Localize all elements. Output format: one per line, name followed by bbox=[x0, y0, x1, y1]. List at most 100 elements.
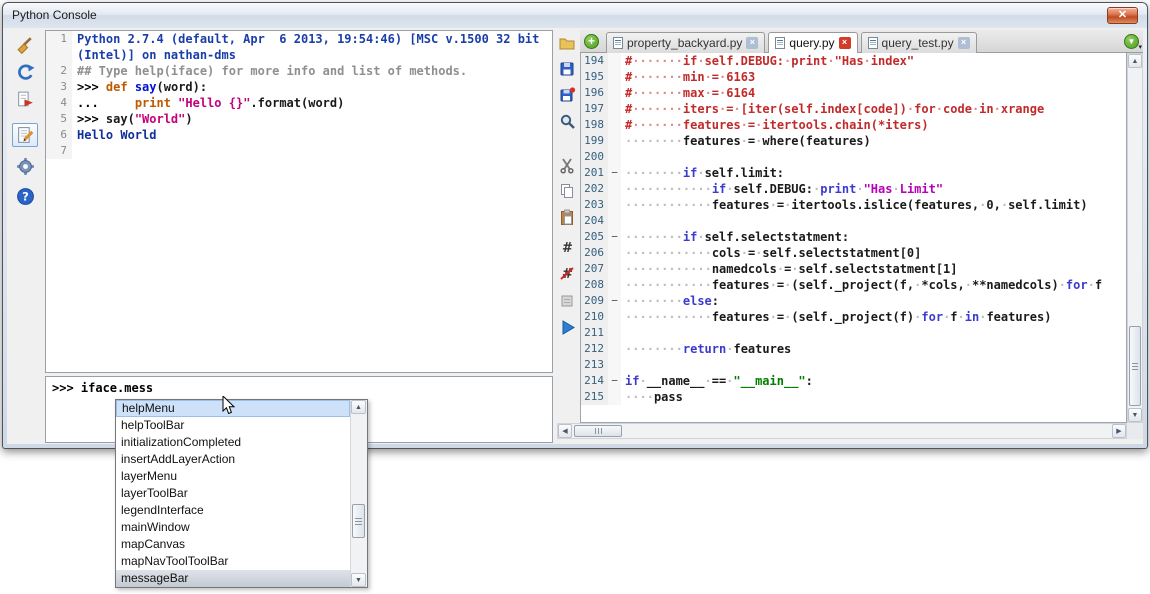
editor-line[interactable]: 197#·······iters·=·[iter(self.index[code… bbox=[581, 101, 1126, 117]
tab-query-py[interactable]: query.py× bbox=[768, 32, 857, 53]
editor-line[interactable]: 204 bbox=[581, 213, 1126, 229]
autocomplete-item[interactable]: legendInterface bbox=[116, 502, 350, 519]
popup-scroll-thumb[interactable] bbox=[352, 504, 365, 538]
code-line[interactable] bbox=[621, 325, 1126, 341]
editor-line[interactable]: 209−········else: bbox=[581, 293, 1126, 309]
editor-line[interactable]: 214−if·__name__·==·"__main__": bbox=[581, 373, 1126, 389]
code-line[interactable]: ········if·self.selectstatment: bbox=[621, 229, 1126, 245]
scroll-left-icon[interactable]: ◀ bbox=[558, 424, 572, 438]
code-line[interactable]: ········if·self.limit: bbox=[621, 165, 1126, 181]
code-line[interactable] bbox=[621, 357, 1126, 373]
editor-line[interactable]: 194#·······if·self.DEBUG:·print·"Has·ind… bbox=[581, 53, 1126, 69]
editor-line[interactable]: 198#·······features·=·itertools.chain(*i… bbox=[581, 117, 1126, 133]
import-class-icon[interactable] bbox=[12, 60, 38, 84]
autocomplete-item[interactable]: initializationCompleted bbox=[116, 434, 350, 451]
horizontal-scroll-thumb[interactable] bbox=[574, 425, 622, 437]
save-icon[interactable] bbox=[558, 60, 579, 81]
code-line[interactable]: ············features·=·(self._project(f,… bbox=[621, 277, 1126, 293]
code-line[interactable]: #·······iters·=·[iter(self.index[code])·… bbox=[621, 101, 1126, 117]
autocomplete-item[interactable]: insertAddLayerAction bbox=[116, 451, 350, 468]
editor-line[interactable]: 205−········if·self.selectstatment: bbox=[581, 229, 1126, 245]
console-input-line[interactable]: >>> iface.mess bbox=[46, 377, 552, 395]
copy-icon[interactable] bbox=[558, 182, 579, 203]
editor-line[interactable]: 211 bbox=[581, 325, 1126, 341]
find-text-icon[interactable] bbox=[558, 112, 579, 133]
code-line[interactable]: ········features·=·where(features) bbox=[621, 133, 1126, 149]
paste-icon[interactable] bbox=[558, 208, 579, 229]
editor-line[interactable]: 196#·······max·=·6164 bbox=[581, 85, 1126, 101]
editor-line[interactable]: 201−········if·self.limit: bbox=[581, 165, 1126, 181]
save-as-icon[interactable] bbox=[558, 86, 579, 107]
autocomplete-item[interactable]: messageBar bbox=[116, 570, 350, 587]
clear-console-icon[interactable] bbox=[12, 33, 38, 57]
editor-line[interactable]: 195#·······min·=·6163 bbox=[581, 69, 1126, 85]
code-line[interactable]: ············features·=·itertools.islice(… bbox=[621, 197, 1126, 213]
new-tab-button[interactable]: + bbox=[584, 34, 599, 49]
fold-marker-icon[interactable]: − bbox=[608, 373, 621, 389]
scroll-down-icon[interactable]: ▼ bbox=[1128, 408, 1142, 422]
editor-horizontal-scrollbar[interactable]: ◀ ▶ bbox=[557, 423, 1127, 439]
popup-scroll-up-icon[interactable]: ▲ bbox=[351, 400, 366, 414]
editor-line[interactable]: 210············features·=·(self._project… bbox=[581, 309, 1126, 325]
open-file-icon[interactable] bbox=[558, 34, 579, 55]
run-script-icon[interactable] bbox=[558, 318, 579, 339]
scroll-right-icon[interactable]: ▶ bbox=[1112, 424, 1126, 438]
autocomplete-item[interactable]: layerMenu bbox=[116, 468, 350, 485]
tab-query_test-py[interactable]: query_test.py× bbox=[861, 32, 977, 53]
code-line[interactable]: #·······if·self.DEBUG:·print·"Has·index" bbox=[621, 53, 1126, 69]
editor-line[interactable]: 215····pass bbox=[581, 389, 1126, 405]
code-line[interactable] bbox=[621, 213, 1126, 229]
code-line[interactable]: ············features·=·(self._project(f)… bbox=[621, 309, 1126, 325]
autocomplete-item[interactable]: layerToolBar bbox=[116, 485, 350, 502]
vertical-scroll-thumb[interactable] bbox=[1129, 326, 1141, 406]
autocomplete-item[interactable]: mainWindow bbox=[116, 519, 350, 536]
autocomplete-item[interactable]: mapNavToolToolBar bbox=[116, 553, 350, 570]
scroll-up-icon[interactable]: ▲ bbox=[1128, 54, 1142, 68]
titlebar[interactable]: Python Console ✕ bbox=[3, 3, 1147, 28]
autocomplete-popup: helpMenuhelpToolBarinitializationComplet… bbox=[115, 399, 368, 588]
editor-line[interactable]: 199········features·=·where(features) bbox=[581, 133, 1126, 149]
comment-icon[interactable]: # bbox=[558, 238, 579, 259]
uncomment-icon[interactable]: # bbox=[558, 264, 579, 285]
fold-marker-icon[interactable]: − bbox=[608, 293, 621, 309]
code-area[interactable]: 194#·······if·self.DEBUG:·print·"Has·ind… bbox=[580, 53, 1127, 423]
editor-line[interactable]: 203············features·=·itertools.isli… bbox=[581, 197, 1126, 213]
editor-line[interactable]: 212········return·features bbox=[581, 341, 1126, 357]
editor-options-button[interactable]: ▼ bbox=[1124, 34, 1139, 49]
editor-line[interactable]: 202············if·self.DEBUG:·print·"Has… bbox=[581, 181, 1126, 197]
help-icon[interactable]: ? bbox=[12, 184, 38, 208]
code-line[interactable]: ····pass bbox=[621, 389, 1126, 405]
editor-line[interactable]: 206············cols·=·self.selectstatmen… bbox=[581, 245, 1126, 261]
popup-scrollbar[interactable]: ▲ ▼ bbox=[350, 400, 367, 587]
code-line[interactable]: #·······max·=·6164 bbox=[621, 85, 1126, 101]
console-line-number: 5 bbox=[46, 111, 72, 127]
code-line[interactable]: ············if·self.DEBUG:·print·"Has·Li… bbox=[621, 181, 1126, 197]
tab-close-icon[interactable]: × bbox=[958, 37, 970, 49]
editor-line[interactable]: 200 bbox=[581, 149, 1126, 165]
code-line[interactable]: #·······min·=·6163 bbox=[621, 69, 1126, 85]
run-command-icon[interactable] bbox=[12, 87, 38, 111]
settings-icon[interactable] bbox=[12, 154, 38, 178]
object-inspector-icon[interactable] bbox=[558, 292, 579, 313]
code-line[interactable] bbox=[621, 149, 1126, 165]
show-editor-icon[interactable] bbox=[12, 123, 38, 147]
code-line[interactable]: ········else: bbox=[621, 293, 1126, 309]
popup-scroll-down-icon[interactable]: ▼ bbox=[351, 573, 366, 587]
code-line[interactable]: if·__name__·==·"__main__": bbox=[621, 373, 1126, 389]
cut-icon[interactable] bbox=[558, 156, 579, 177]
fold-marker-icon[interactable]: − bbox=[608, 229, 621, 245]
code-line[interactable]: ········return·features bbox=[621, 341, 1126, 357]
close-button[interactable]: ✕ bbox=[1107, 7, 1138, 24]
editor-line[interactable]: 208············features·=·(self._project… bbox=[581, 277, 1126, 293]
code-line[interactable]: ············cols·=·self.selectstatment[0… bbox=[621, 245, 1126, 261]
code-line[interactable]: #·······features·=·itertools.chain(*iter… bbox=[621, 117, 1126, 133]
editor-line[interactable]: 207············namedcols·=·self.selectst… bbox=[581, 261, 1126, 277]
editor-vertical-scrollbar[interactable]: ▲ ▼ bbox=[1127, 53, 1143, 423]
editor-line[interactable]: 213 bbox=[581, 357, 1126, 373]
code-line[interactable]: ············namedcols·=·self.selectstatm… bbox=[621, 261, 1126, 277]
tab-close-icon[interactable]: × bbox=[746, 37, 758, 49]
tab-property_backyard-py[interactable]: property_backyard.py× bbox=[606, 32, 765, 53]
tab-close-icon[interactable]: × bbox=[839, 37, 851, 49]
autocomplete-item[interactable]: mapCanvas bbox=[116, 536, 350, 553]
fold-marker-icon[interactable]: − bbox=[608, 165, 621, 181]
